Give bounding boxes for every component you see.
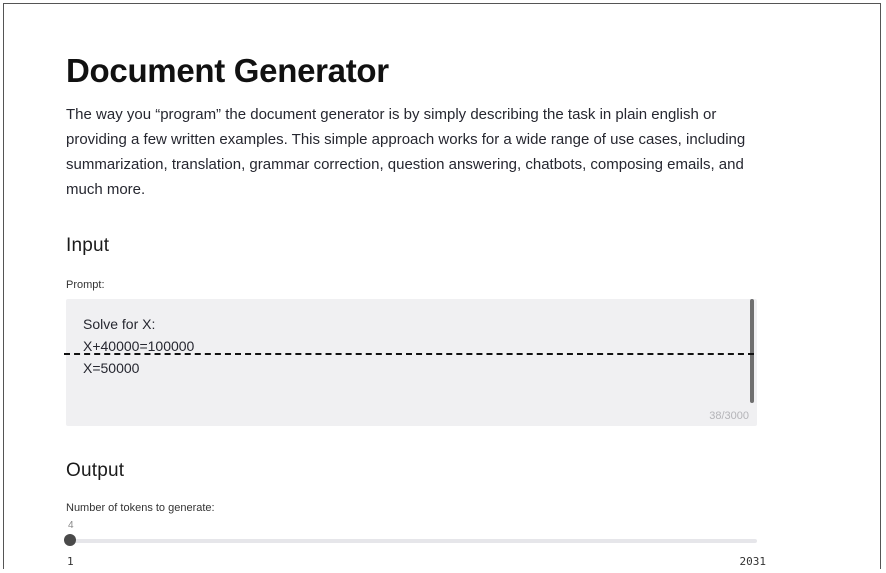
output-heading: Output	[66, 460, 125, 481]
prompt-textarea[interactable]: Solve for X: X+40000=100000 X=50000 38/3…	[66, 299, 757, 426]
page-title: Document Generator	[66, 52, 389, 89]
char-count: 38/3000	[709, 410, 749, 422]
app-window: Document Generator The way you “program”…	[3, 3, 881, 569]
page-description: The way you “program” the document gener…	[66, 106, 746, 198]
dashed-annotation-line	[64, 353, 754, 355]
input-heading: Input	[66, 235, 110, 256]
tokens-label: Number of tokens to generate:	[66, 502, 215, 514]
textarea-scrollbar[interactable]	[750, 299, 754, 403]
slider-current-value: 4	[68, 520, 74, 531]
slider-max-label: 2031	[739, 555, 767, 568]
tokens-slider-thumb[interactable]	[64, 534, 76, 546]
prompt-label: Prompt:	[66, 279, 105, 291]
slider-min-label: 1	[67, 555, 74, 568]
prompt-text[interactable]: Solve for X: X+40000=100000 X=50000	[83, 313, 194, 379]
tokens-slider-track[interactable]	[66, 539, 757, 543]
